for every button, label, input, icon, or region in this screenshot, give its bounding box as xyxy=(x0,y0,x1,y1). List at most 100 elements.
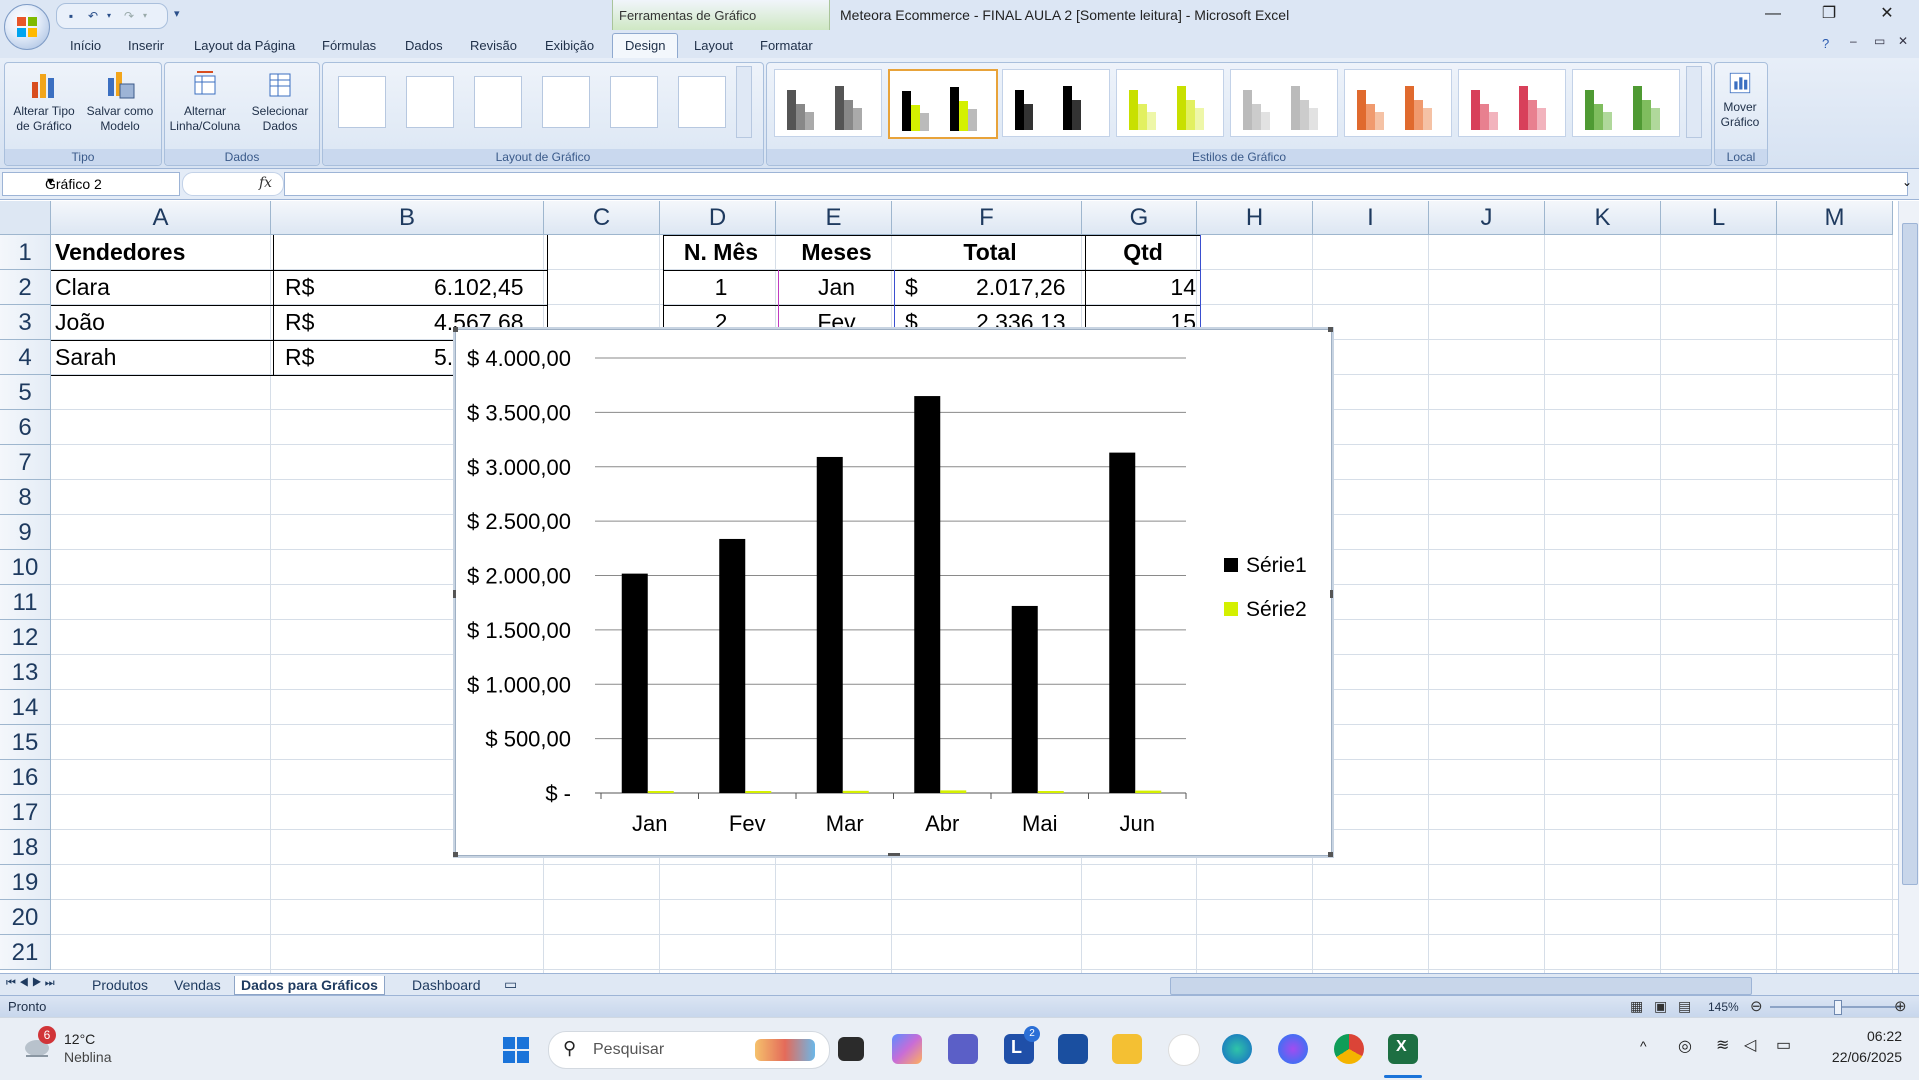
taskbar-search-box[interactable]: ⚲ Pesquisar xyxy=(548,1031,830,1069)
undo-dropdown-icon[interactable]: ▾ xyxy=(101,8,117,24)
cell-a3[interactable]: João xyxy=(55,309,105,336)
alternar-linha-coluna-button[interactable]: Alternar Linha/Coluna xyxy=(166,68,244,134)
mover-grafico-button[interactable]: Mover Gráfico xyxy=(1714,70,1766,130)
zoom-slider-thumb[interactable] xyxy=(1834,1000,1842,1015)
edge-icon[interactable] xyxy=(1222,1034,1252,1064)
chart-layout-6[interactable] xyxy=(678,76,726,128)
customize-qat-icon[interactable]: ▾ xyxy=(174,7,180,20)
cell-e1[interactable]: Meses xyxy=(779,239,894,266)
tab-revisao[interactable]: Revisão xyxy=(470,38,517,53)
sheet-tab-produtos[interactable]: Produtos xyxy=(86,976,154,994)
volume-icon[interactable]: ◁ xyxy=(1744,1035,1756,1055)
cell-b4[interactable]: 5. xyxy=(434,344,453,371)
row-header-7[interactable]: 7 xyxy=(0,445,51,480)
excel-icon[interactable]: X xyxy=(1388,1034,1418,1064)
cell-a2[interactable]: Clara xyxy=(55,274,110,301)
save-icon[interactable]: ▪ xyxy=(63,8,79,24)
resize-handle[interactable] xyxy=(888,853,900,856)
view-page-layout-icon[interactable]: ▣ xyxy=(1654,998,1667,1015)
column-header-c[interactable]: C xyxy=(544,201,660,235)
column-header-d[interactable]: D xyxy=(660,201,776,235)
row-header-13[interactable]: 13 xyxy=(0,655,51,690)
cell-b2[interactable]: 6.102,45 xyxy=(434,274,524,301)
row-header-9[interactable]: 9 xyxy=(0,515,51,550)
chart-style-5[interactable] xyxy=(1230,69,1338,137)
chart-style-1[interactable] xyxy=(774,69,882,137)
tab-inserir[interactable]: Inserir xyxy=(128,38,164,53)
restore-button[interactable]: ❐ xyxy=(1806,0,1852,30)
formula-input[interactable] xyxy=(284,172,1908,196)
chart-style-8[interactable] xyxy=(1572,69,1680,137)
cell-f1[interactable]: Total xyxy=(895,239,1085,266)
column-header-a[interactable]: A xyxy=(51,201,271,235)
selecionar-dados-button[interactable]: Selecionar Dados xyxy=(244,68,316,134)
office-button[interactable] xyxy=(4,4,50,50)
ribbon-close-icon[interactable]: ✕ xyxy=(1898,34,1908,48)
cell-d1[interactable]: N. Mês xyxy=(664,239,778,266)
row-header-16[interactable]: 16 xyxy=(0,760,51,795)
view-normal-icon[interactable]: ▦ xyxy=(1630,998,1643,1015)
chart-layout-2[interactable] xyxy=(406,76,454,128)
chart-style-3[interactable] xyxy=(1002,69,1110,137)
resize-handle[interactable] xyxy=(1328,852,1333,857)
app-dots-icon[interactable] xyxy=(1168,1034,1200,1066)
minimize-button[interactable]: — xyxy=(1750,0,1796,30)
teams-icon[interactable] xyxy=(948,1034,978,1064)
tab-formatar[interactable]: Formatar xyxy=(760,38,813,53)
vertical-scroll-thumb[interactable] xyxy=(1902,223,1918,885)
salvar-como-modelo-button[interactable]: Salvar como Modelo xyxy=(82,68,158,134)
sheet-nav-icons[interactable]: ⏮ ◀ ▶ ⏭ xyxy=(6,977,55,990)
clock-time[interactable]: 06:22 xyxy=(1822,1028,1902,1044)
task-view-icon[interactable] xyxy=(838,1037,864,1061)
sheet-tab-dados-graficos[interactable]: Dados para Gráficos xyxy=(234,976,385,995)
zoom-level[interactable]: 145% xyxy=(1708,1000,1739,1014)
view-page-break-icon[interactable]: ▤ xyxy=(1678,998,1691,1015)
column-header-k[interactable]: K xyxy=(1545,201,1661,235)
resize-handle[interactable] xyxy=(1330,590,1333,598)
chart-style-2[interactable] xyxy=(888,69,998,139)
row-header-11[interactable]: 11 xyxy=(0,585,51,620)
windows-start-icon[interactable] xyxy=(502,1036,530,1064)
column-header-l[interactable]: L xyxy=(1661,201,1777,235)
tab-inicio[interactable]: Início xyxy=(70,38,101,53)
app-l-icon[interactable]: L2 xyxy=(1004,1026,1040,1064)
resize-handle[interactable] xyxy=(453,852,458,857)
chart-layout-3[interactable] xyxy=(474,76,522,128)
name-box[interactable]: Gráfico 2 ▼ xyxy=(2,172,180,196)
tab-layout[interactable]: Layout xyxy=(694,38,733,53)
messenger-icon[interactable] xyxy=(1278,1034,1308,1064)
battery-icon[interactable]: ▭ xyxy=(1776,1035,1791,1055)
file-explorer-icon[interactable] xyxy=(1112,1034,1142,1064)
name-box-dropdown-icon[interactable]: ▼ xyxy=(45,176,173,188)
row-header-10[interactable]: 10 xyxy=(0,550,51,585)
row-header-8[interactable]: 8 xyxy=(0,480,51,515)
chrome-icon[interactable] xyxy=(1334,1034,1364,1064)
chart-layout-5[interactable] xyxy=(610,76,658,128)
tab-formulas[interactable]: Fórmulas xyxy=(322,38,376,53)
chart-style-6[interactable] xyxy=(1344,69,1452,137)
row-header-20[interactable]: 20 xyxy=(0,900,51,935)
row-header-3[interactable]: 3 xyxy=(0,305,51,340)
horizontal-scroll-thumb[interactable] xyxy=(1170,977,1752,995)
tab-layout-pagina[interactable]: Layout da Página xyxy=(194,38,295,53)
row-header-5[interactable]: 5 xyxy=(0,375,51,410)
row-header-1[interactable]: 1 xyxy=(0,235,51,270)
column-header-g[interactable]: G xyxy=(1082,201,1197,235)
row-header-15[interactable]: 15 xyxy=(0,725,51,760)
chart-object[interactable]: $ - $ 500,00 $ 1.000,00 $ 1.500,00 $ 2.000,0… xyxy=(453,327,1333,857)
column-header-h[interactable]: H xyxy=(1197,201,1313,235)
cell-a4[interactable]: Sarah xyxy=(55,344,116,371)
tab-dados[interactable]: Dados xyxy=(405,38,443,53)
column-header-m[interactable]: M xyxy=(1777,201,1893,235)
cell-d2[interactable]: 1 xyxy=(664,274,778,301)
clock-date[interactable]: 22/06/2025 xyxy=(1808,1049,1902,1065)
expand-formula-bar-icon[interactable]: ⌄ xyxy=(1902,175,1912,189)
tray-app-icon[interactable]: ◎ xyxy=(1678,1036,1692,1056)
cell-f2[interactable]: 2.017,26 xyxy=(976,274,1066,301)
row-header-2[interactable]: 2 xyxy=(0,270,51,305)
column-header-e[interactable]: E xyxy=(776,201,892,235)
row-header-6[interactable]: 6 xyxy=(0,410,51,445)
column-header-b[interactable]: B xyxy=(271,201,544,235)
row-header-14[interactable]: 14 xyxy=(0,690,51,725)
help-icon[interactable]: ? xyxy=(1822,36,1829,51)
